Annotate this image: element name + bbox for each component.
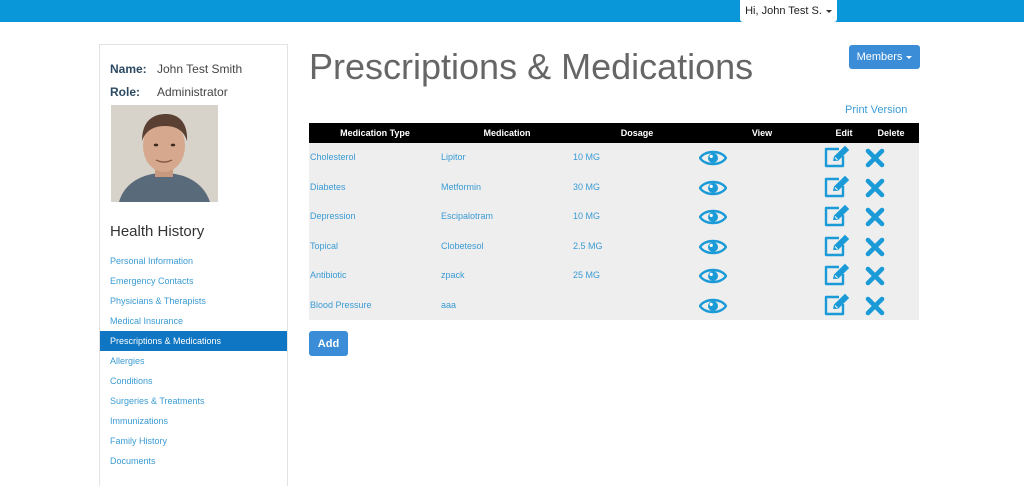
sidebar-item-prescriptions-medications[interactable]: Prescriptions & Medications — [100, 331, 287, 351]
medication-link[interactable]: aaa — [441, 291, 456, 321]
sidebar-heading: Health History — [110, 223, 205, 240]
medication-type-link[interactable]: Cholesterol — [310, 143, 356, 173]
sidebar-item-personal-information[interactable]: Personal Information — [100, 251, 287, 271]
profile-name: John Test Smith — [157, 62, 243, 76]
dosage-value: 2.5 MG — [573, 240, 603, 251]
edit-icon[interactable] — [823, 234, 851, 260]
medication-type-link[interactable]: Diabetes — [310, 173, 346, 203]
edit-icon[interactable] — [823, 175, 851, 201]
medication-link[interactable]: Clobetesol — [441, 232, 484, 262]
medication-type-link[interactable]: Antibiotic — [310, 261, 347, 291]
edit-icon[interactable] — [823, 204, 851, 230]
dosage-value: 30 MG — [573, 181, 601, 192]
table-row: Depression Escipalotram 10 MG — [309, 202, 919, 232]
eye-icon[interactable] — [698, 179, 728, 199]
delete-icon[interactable] — [865, 148, 885, 170]
medication-type-link[interactable]: Topical — [310, 232, 338, 262]
eye-icon[interactable] — [698, 149, 728, 169]
table-body: Cholesterol Lipitor 10 MG Diabetes Metfo… — [309, 143, 919, 320]
dosage-value: 10 MG — [573, 152, 601, 162]
column-header-edit: Edit — [835, 128, 853, 138]
table-row: Blood Pressure aaa — [309, 291, 919, 321]
dosage-value: 25 MG — [573, 270, 601, 280]
column-header-view: View — [751, 128, 773, 138]
user-menu-label: Hi, John Test S. — [745, 5, 822, 17]
members-button-label: Members — [856, 51, 903, 63]
column-header-medication-type: Medication Type — [340, 128, 410, 138]
eye-icon[interactable] — [698, 297, 728, 317]
top-navbar: Hi, John Test S. — [0, 0, 1024, 22]
column-header-delete: Delete — [877, 128, 905, 138]
caret-down-icon — [906, 55, 913, 59]
sidebar-item-family-history[interactable]: Family History — [100, 431, 287, 451]
edit-icon[interactable] — [823, 263, 851, 289]
sidebar-item-conditions[interactable]: Conditions — [100, 371, 287, 391]
table-row: Topical Clobetesol 2.5 MG — [309, 232, 919, 262]
eye-icon[interactable] — [698, 238, 728, 258]
eye-icon[interactable] — [698, 267, 728, 287]
role-key: Role: — [110, 85, 140, 99]
delete-icon[interactable] — [865, 296, 885, 318]
sidebar-item-emergency-contacts[interactable]: Emergency Contacts — [100, 271, 287, 291]
sidebar-item-medical-insurance[interactable]: Medical Insurance — [100, 311, 287, 331]
caret-down-icon — [825, 9, 832, 13]
medication-link[interactable]: zpack — [441, 261, 465, 291]
delete-icon[interactable] — [865, 266, 885, 288]
avatar — [111, 105, 218, 202]
sidebar-item-surgeries-treatments[interactable]: Surgeries & Treatments — [100, 391, 287, 411]
column-header-dosage: Dosage — [620, 128, 654, 138]
sidebar-item-physicians-therapists[interactable]: Physicians & Therapists — [100, 291, 287, 311]
user-menu-dropdown[interactable]: Hi, John Test S. — [740, 0, 837, 22]
table-row: Antibiotic zpack 25 MG — [309, 261, 919, 291]
profile-role-row: Role: Administrator — [110, 85, 228, 99]
delete-icon[interactable] — [865, 178, 885, 200]
table-row: Diabetes Metformin 30 MG — [309, 173, 919, 203]
table-row: Cholesterol Lipitor 10 MG — [309, 143, 919, 173]
dosage-value: 10 MG — [573, 211, 601, 221]
sidebar-nav: Personal Information Emergency Contacts Ph… — [100, 251, 287, 471]
members-dropdown-button[interactable]: Members — [849, 45, 920, 69]
sidebar-item-immunizations[interactable]: Immunizations — [100, 411, 287, 431]
delete-icon[interactable] — [865, 207, 885, 229]
table-header: Medication Type Medication Dosage View E… — [309, 123, 919, 143]
delete-icon[interactable] — [865, 237, 885, 259]
edit-icon[interactable] — [823, 293, 851, 319]
medications-table: Medication Type Medication Dosage View E… — [309, 123, 919, 320]
print-version-link[interactable]: Print Version — [845, 104, 907, 116]
medication-type-link[interactable]: Depression — [310, 202, 356, 232]
page-title: Prescriptions & Medications — [309, 46, 754, 87]
sidebar-item-documents[interactable]: Documents — [100, 451, 287, 471]
profile-sidebar: Name: John Test Smith Role: Administrato… — [99, 44, 288, 486]
medication-link[interactable]: Metformin — [441, 173, 481, 203]
edit-icon[interactable] — [823, 145, 851, 171]
medication-link[interactable]: Escipalotram — [441, 202, 493, 232]
profile-name-row: Name: John Test Smith — [110, 62, 242, 76]
eye-icon[interactable] — [698, 208, 728, 228]
medication-type-link[interactable]: Blood Pressure — [310, 291, 372, 321]
profile-role: Administrator — [157, 85, 228, 99]
column-header-medication: Medication — [483, 128, 531, 138]
sidebar-item-allergies[interactable]: Allergies — [100, 351, 287, 371]
medication-link[interactable]: Lipitor — [441, 143, 466, 173]
name-key: Name: — [110, 62, 147, 76]
add-button[interactable]: Add — [309, 331, 348, 356]
